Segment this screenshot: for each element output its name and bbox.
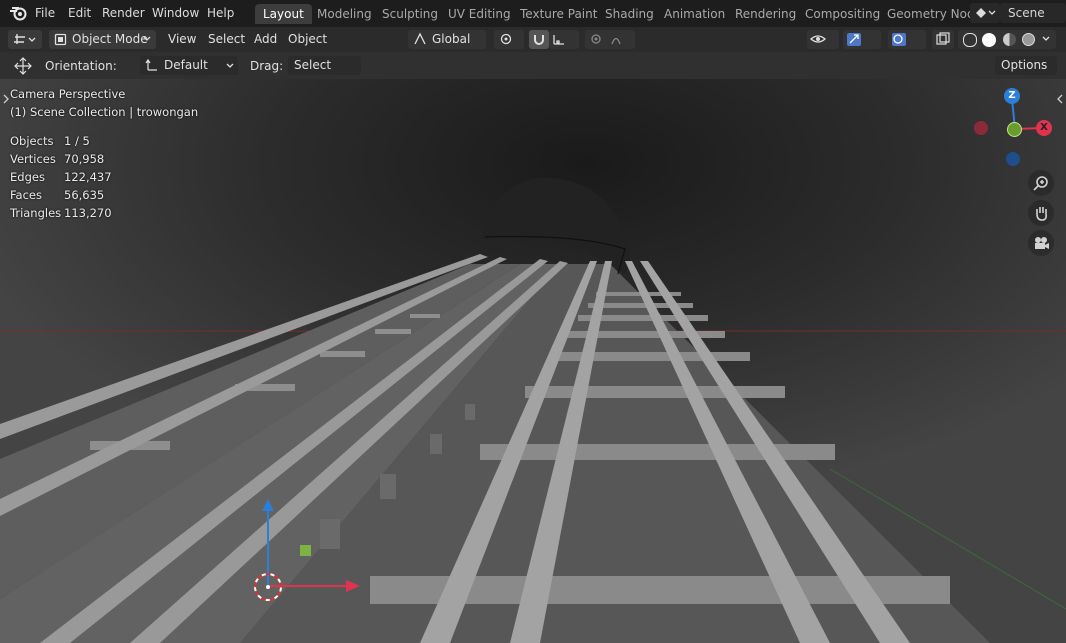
orientation-default-icon bbox=[145, 58, 157, 71]
top-bar: File Edit Render Window Help Layout Mode… bbox=[0, 0, 1066, 27]
stat-value-vertices: 70,958 bbox=[64, 152, 105, 166]
camera-icon bbox=[1035, 237, 1049, 249]
stat-value-triangles: 113,270 bbox=[64, 206, 112, 220]
gizmo-toggle[interactable] bbox=[843, 30, 881, 49]
3d-viewport[interactable]: Camera Perspective (1) Scene Collection … bbox=[0, 79, 1066, 643]
orientation-value: Default bbox=[164, 58, 208, 72]
hand-icon bbox=[1036, 207, 1047, 221]
sidebar-toggle-icon[interactable] bbox=[1056, 94, 1064, 104]
orientation-label: Orientation: bbox=[45, 59, 117, 73]
pivot-icon bbox=[500, 33, 512, 45]
view-name-label: Camera Perspective bbox=[10, 87, 126, 101]
magnet-icon bbox=[534, 35, 544, 45]
chevron-down-icon[interactable] bbox=[1042, 36, 1050, 42]
drag-label: Drag: bbox=[250, 59, 284, 73]
tab-compositing[interactable]: Compositing bbox=[797, 4, 888, 24]
visibility-dropdown[interactable] bbox=[807, 30, 839, 49]
menu-help[interactable]: Help bbox=[207, 6, 234, 20]
tool-settings-bar: Orientation: Default Drag: Select Box Op… bbox=[0, 52, 1066, 91]
transform-orientation-dropdown[interactable]: Global bbox=[408, 30, 486, 49]
transform-orientation-label: Global bbox=[432, 32, 471, 46]
pan-button[interactable] bbox=[1028, 200, 1054, 226]
toolbar-toggle-icon[interactable] bbox=[2, 94, 10, 104]
menu-select[interactable]: Select bbox=[208, 30, 245, 49]
stat-label-objects: Objects bbox=[10, 134, 54, 148]
wireframe-shading-icon[interactable] bbox=[963, 33, 977, 47]
chevron-down-icon bbox=[143, 36, 151, 41]
material-shading-icon[interactable] bbox=[1003, 33, 1016, 46]
xray-icon bbox=[936, 32, 950, 45]
object-mode-icon bbox=[54, 33, 67, 46]
snap-toggle[interactable] bbox=[529, 30, 549, 49]
chevron-down-icon bbox=[226, 63, 234, 68]
proportional-editing-icon bbox=[591, 34, 621, 45]
x-axis-handle[interactable]: X bbox=[1036, 120, 1052, 136]
scene-render[interactable] bbox=[0, 79, 1066, 643]
scene-icon bbox=[976, 8, 996, 18]
menu-add[interactable]: Add bbox=[254, 30, 277, 49]
menu-object[interactable]: Object bbox=[288, 30, 327, 49]
shading-mode-group bbox=[958, 30, 1056, 49]
stat-label-vertices: Vertices bbox=[10, 152, 56, 166]
rendered-shading-icon[interactable] bbox=[1022, 33, 1035, 46]
stat-label-edges: Edges bbox=[10, 170, 45, 184]
scene-field[interactable]: Scene bbox=[1000, 3, 1066, 23]
menu-render[interactable]: Render bbox=[102, 6, 145, 20]
mode-label: Object Mode bbox=[72, 32, 148, 46]
eye-icon bbox=[810, 35, 826, 43]
gizmo-icon bbox=[847, 33, 861, 46]
tab-uv-editing[interactable]: UV Editing bbox=[440, 4, 519, 24]
overlays-icon bbox=[892, 33, 906, 46]
editor-type-button[interactable] bbox=[8, 30, 42, 49]
y-axis-handle[interactable] bbox=[1007, 122, 1022, 137]
collection-label: (1) Scene Collection | trowongan bbox=[10, 105, 199, 119]
3d-viewport-icon bbox=[14, 34, 36, 44]
drag-dropdown[interactable]: Select Box bbox=[288, 56, 361, 91]
snap-increment-icon bbox=[553, 35, 564, 45]
orientation-dropdown[interactable]: Default bbox=[140, 56, 238, 75]
tab-texture-paint[interactable]: Texture Paint bbox=[512, 4, 605, 24]
zoom-button[interactable] bbox=[1028, 170, 1054, 196]
stat-label-triangles: Triangles bbox=[10, 206, 62, 220]
stat-value-faces: 56,635 bbox=[64, 188, 105, 202]
tab-rendering[interactable]: Rendering bbox=[727, 4, 804, 24]
mode-dropdown[interactable]: Object Mode bbox=[49, 30, 156, 49]
z-axis-handle[interactable]: Z bbox=[1004, 88, 1020, 104]
tab-geometry-nodes[interactable]: Geometry Nod bbox=[879, 4, 983, 24]
stat-value-objects: 1 / 5 bbox=[64, 134, 90, 148]
tab-modeling[interactable]: Modeling bbox=[309, 4, 380, 24]
tab-shading[interactable]: Shading bbox=[597, 4, 662, 24]
zoom-icon bbox=[1033, 176, 1048, 191]
options-label: Options bbox=[1001, 58, 1048, 72]
solid-shading-icon[interactable] bbox=[982, 33, 996, 47]
tab-layout[interactable]: Layout bbox=[255, 4, 312, 24]
stat-label-faces: Faces bbox=[10, 188, 42, 202]
menu-view[interactable]: View bbox=[168, 30, 196, 49]
orientation-global-icon bbox=[414, 32, 426, 45]
viewport-header: Object Mode View Select Add Object Globa… bbox=[0, 27, 1066, 52]
navigation-gizmo[interactable]: Z X bbox=[970, 87, 1060, 177]
scene-type-selector[interactable] bbox=[970, 3, 1000, 23]
camera-view-button[interactable] bbox=[1028, 230, 1054, 256]
tab-animation[interactable]: Animation bbox=[656, 4, 733, 24]
proportional-editing-button[interactable] bbox=[585, 30, 635, 49]
pivot-point-button[interactable] bbox=[494, 30, 524, 49]
stat-value-edges: 122,437 bbox=[64, 170, 112, 184]
menu-edit[interactable]: Edit bbox=[68, 6, 91, 20]
overlays-toggle[interactable] bbox=[888, 30, 926, 49]
move-tool-icon[interactable] bbox=[13, 57, 33, 75]
blender-logo-icon[interactable] bbox=[9, 5, 27, 21]
menu-window[interactable]: Window bbox=[152, 6, 199, 20]
menu-file[interactable]: File bbox=[35, 6, 55, 20]
xray-toggle[interactable] bbox=[932, 30, 954, 49]
tab-sculpting[interactable]: Sculpting bbox=[374, 4, 446, 24]
options-dropdown[interactable]: Options bbox=[995, 56, 1057, 75]
snap-target-button[interactable] bbox=[549, 30, 579, 49]
